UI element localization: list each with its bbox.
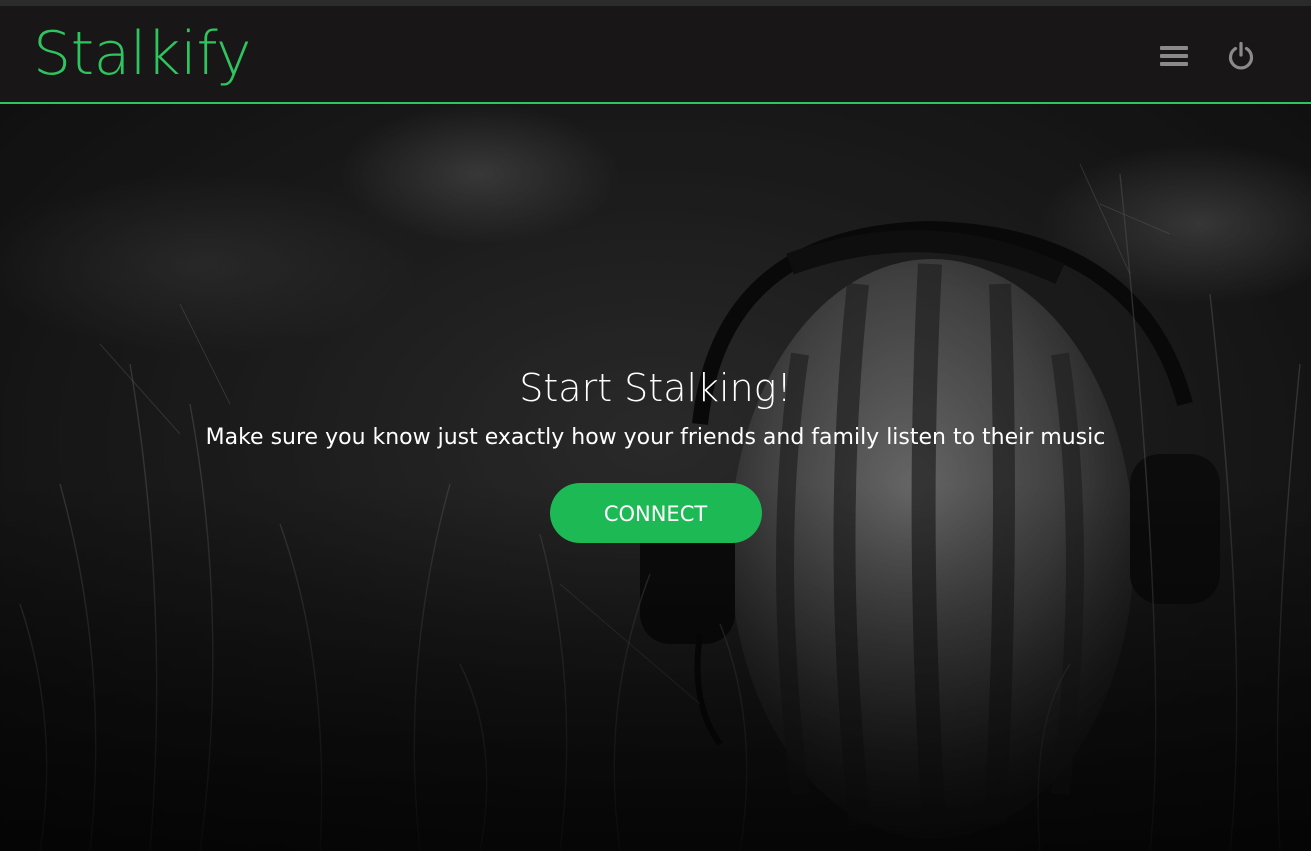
power-icon: [1228, 41, 1254, 70]
brand-logo[interactable]: Stalkify: [33, 18, 252, 90]
menu-button[interactable]: [1154, 36, 1194, 76]
navbar: Stalkify: [0, 6, 1311, 104]
hero-title: Start Stalking!: [519, 366, 792, 410]
power-button[interactable]: [1221, 36, 1261, 76]
hero-content: Start Stalking! Make sure you know just …: [0, 362, 1311, 543]
hero-section: Start Stalking! Make sure you know just …: [0, 104, 1311, 851]
hamburger-menu-icon: [1160, 46, 1188, 66]
connect-button[interactable]: CONNECT: [549, 483, 762, 543]
hero-subtitle: Make sure you know just exactly how your…: [205, 425, 1106, 450]
